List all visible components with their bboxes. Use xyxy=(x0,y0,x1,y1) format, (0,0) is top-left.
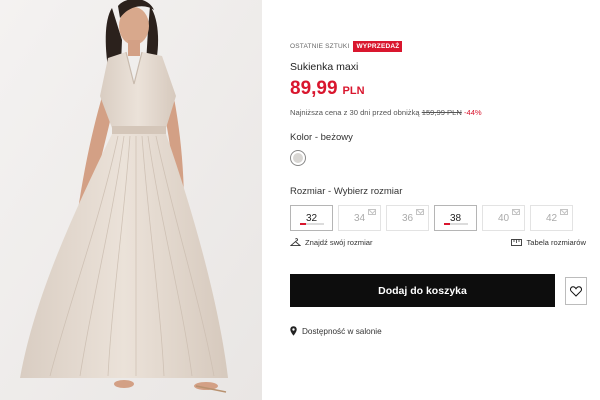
lowest-price-label: Najniższa cena z 30 dni przed obniżką xyxy=(290,108,420,117)
size-option-34[interactable]: 34 xyxy=(338,205,381,231)
size-option-42[interactable]: 42 xyxy=(530,205,573,231)
color-value: beżowy xyxy=(320,132,353,143)
add-to-cart-button[interactable]: Dodaj do koszyka xyxy=(290,274,555,307)
hanger-icon xyxy=(290,238,301,247)
notify-envelope-icon xyxy=(512,209,520,215)
notify-envelope-icon xyxy=(368,209,376,215)
size-option-label: 40 xyxy=(497,212,510,224)
size-option-label: 38 xyxy=(449,212,462,224)
size-option-32[interactable]: 32 xyxy=(290,205,333,231)
find-size-label: Znajdź swój rozmiar xyxy=(305,238,373,247)
product-image[interactable] xyxy=(0,0,262,400)
notify-envelope-icon xyxy=(560,209,568,215)
dress-model-illustration xyxy=(0,0,262,400)
size-option-36[interactable]: 36 xyxy=(386,205,429,231)
size-selector: 32 34 36 38 40 42 xyxy=(290,205,573,231)
notify-envelope-icon xyxy=(416,209,424,215)
size-label-text: Rozmiar xyxy=(290,186,326,197)
low-stock-indicator xyxy=(300,223,324,225)
low-stock-indicator xyxy=(444,223,468,225)
color-label-text: Kolor xyxy=(290,132,313,143)
size-option-label: 36 xyxy=(401,212,414,224)
color-separator: - xyxy=(312,132,321,143)
size-option-38[interactable]: 38 xyxy=(434,205,477,231)
size-table-link[interactable]: Tabela rozmiarów xyxy=(511,238,586,247)
location-pin-icon xyxy=(290,326,297,336)
size-option-label: 42 xyxy=(545,212,558,224)
size-option-label: 34 xyxy=(353,212,366,224)
size-table-label: Tabela rozmiarów xyxy=(526,238,586,247)
size-label: Rozmiar - Wybierz rozmiar xyxy=(290,186,402,197)
wishlist-button[interactable] xyxy=(565,277,587,305)
size-option-40[interactable]: 40 xyxy=(482,205,525,231)
discount-percent: -44% xyxy=(463,108,482,117)
product-details-panel: OSTATNIE SZTUKI WYPRZEDAŻ Sukienka maxi … xyxy=(290,0,590,400)
color-swatch-beige[interactable] xyxy=(290,150,306,166)
lowest-price-info: Najniższa cena z 30 dni przed obniżką 15… xyxy=(290,108,482,117)
old-price: 159,99 PLN xyxy=(421,108,462,117)
product-title: Sukienka maxi xyxy=(290,61,359,73)
store-availability-label: Dostępność w salonie xyxy=(302,326,382,336)
size-prompt: Wybierz rozmiar xyxy=(333,186,403,197)
ruler-icon xyxy=(511,239,523,246)
product-price: 89,99 PLN xyxy=(290,78,365,100)
size-separator: - xyxy=(325,186,334,197)
last-items-badge: OSTATNIE SZTUKI xyxy=(290,43,350,50)
find-size-link[interactable]: Znajdź swój rozmiar xyxy=(290,238,373,247)
price-currency: PLN xyxy=(342,85,365,97)
size-helpers: Znajdź swój rozmiar Tabela rozmiarów xyxy=(290,238,586,247)
size-option-label: 32 xyxy=(305,212,318,224)
store-availability-link[interactable]: Dostępność w salonie xyxy=(290,326,382,336)
sale-badge: WYPRZEDAŻ xyxy=(353,41,403,52)
color-label: Kolor - beżowy xyxy=(290,132,353,143)
price-value: 89,99 xyxy=(290,78,338,99)
heart-icon xyxy=(570,285,582,297)
product-badges: OSTATNIE SZTUKI WYPRZEDAŻ xyxy=(290,41,403,52)
